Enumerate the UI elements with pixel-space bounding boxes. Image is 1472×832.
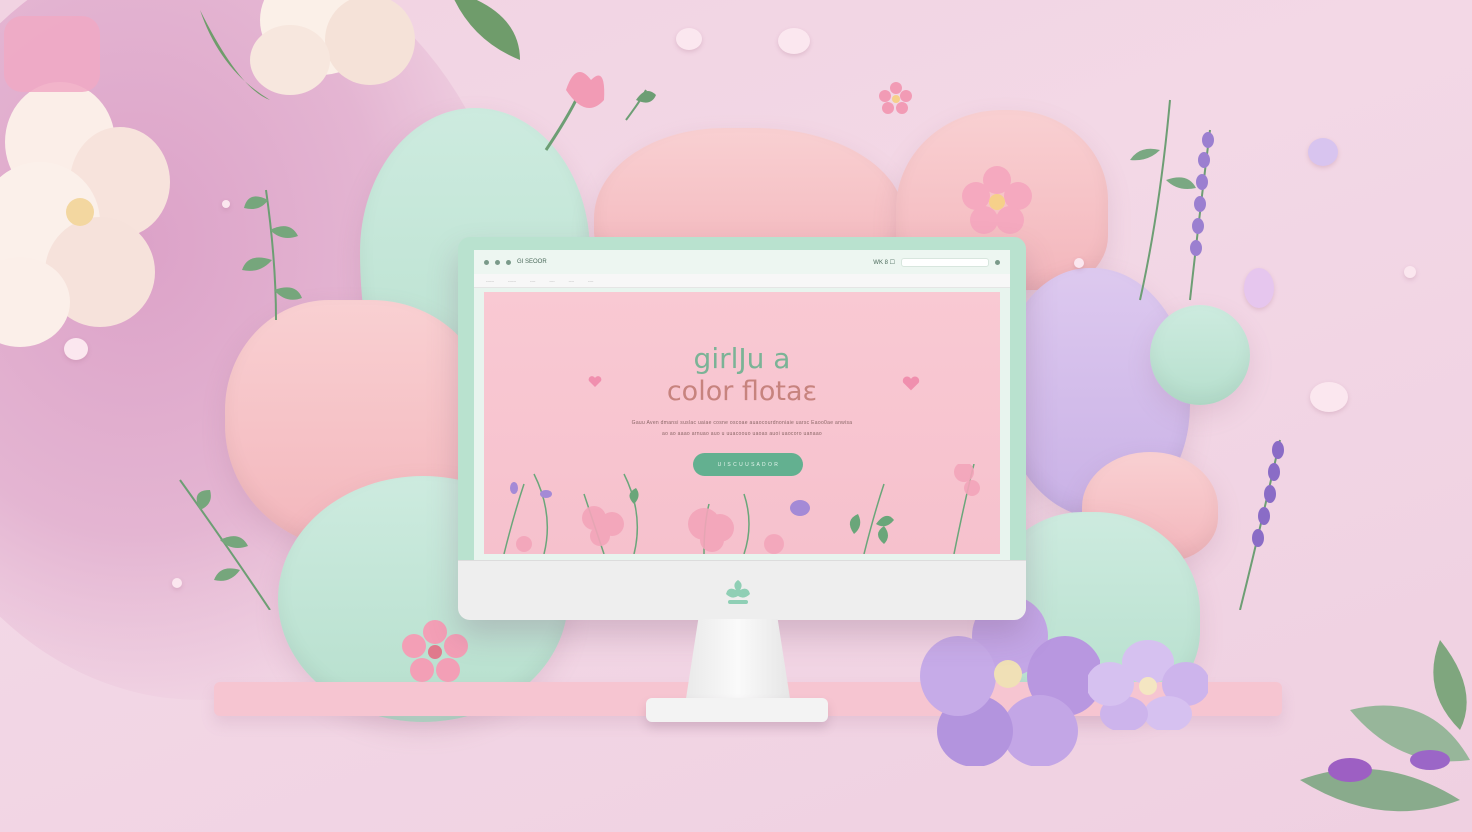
nav-link[interactable]: ------ (508, 278, 516, 283)
lavender-sprig-icon (1239, 439, 1284, 610)
leaf-icon (1300, 640, 1470, 812)
monitor-stand (685, 619, 791, 699)
nav-link[interactable]: ---- (549, 278, 554, 283)
hero-subtitle: Gauu Aven dmansi suslac uaiae cosne osco… (574, 418, 910, 440)
flower-garden-illustration (503, 464, 980, 554)
leaf-logo-icon (726, 580, 750, 604)
pink-flower-icon (402, 620, 468, 682)
cream-flower-icon (200, 0, 415, 100)
petal-dot (1404, 266, 1416, 278)
petal-dot (676, 28, 702, 50)
browser-nav-icon[interactable] (506, 259, 511, 265)
nav-link[interactable]: ------ (486, 278, 494, 283)
petal-dot (1074, 258, 1084, 268)
nav-link[interactable]: ---- (588, 278, 593, 283)
leaf-sprig-icon (179, 479, 271, 610)
browser-nav-icon[interactable] (495, 259, 500, 265)
browser-window: GI SEOOR WK 8 ☐ ------ ------ ---- ---- … (474, 250, 1010, 560)
mint-blob-right (1150, 305, 1250, 405)
search-input[interactable] (901, 257, 989, 267)
browser-toolbar: GI SEOOR WK 8 ☐ (474, 250, 1010, 274)
heart-icon (902, 376, 920, 391)
site-nav: ------ ------ ---- ---- ---- ---- (474, 274, 1010, 288)
leaf-icon (454, 0, 520, 60)
purple-flower-icon (1088, 640, 1208, 730)
browser-controls[interactable]: WK 8 ☐ (873, 259, 895, 266)
lavender-sprig-icon (1130, 99, 1214, 301)
purple-flower-icon (920, 596, 1100, 766)
petal-dot (1310, 382, 1348, 412)
small-pink-flower-icon (879, 82, 912, 114)
browser-tab-title[interactable]: GI SEOOR (517, 259, 547, 265)
illustration-scene: GI SEOOR WK 8 ☐ ------ ------ ---- ---- … (0, 0, 1472, 832)
monitor-base (646, 698, 828, 722)
pink-flower-icon (962, 166, 1032, 234)
hero-section: girlJu a color flotaε Gauu Aven dmansi s… (484, 292, 1000, 554)
pink-square-decor (4, 16, 100, 92)
hero-title: girlJu a (693, 342, 791, 375)
tulip-icon (544, 72, 656, 151)
search-icon[interactable] (995, 259, 1000, 265)
hero-title-second-line: color flotaε (666, 376, 818, 407)
nav-link[interactable]: ---- (569, 278, 574, 283)
heart-icon (588, 376, 602, 387)
leaf-sprig-icon (242, 189, 302, 320)
cream-flower-icon (0, 82, 170, 347)
petal-dot (1308, 138, 1338, 166)
hero-subtitle-line: ao ao aaao arnuao auo u uuacoouo uaoas a… (661, 431, 823, 437)
nav-link[interactable]: ---- (530, 278, 535, 283)
petal-dot (778, 28, 810, 54)
hero-subtitle-line: Gauu Aven dmansi suslac uaiae cosne osco… (631, 420, 853, 426)
browser-menu-icon[interactable] (484, 259, 489, 265)
